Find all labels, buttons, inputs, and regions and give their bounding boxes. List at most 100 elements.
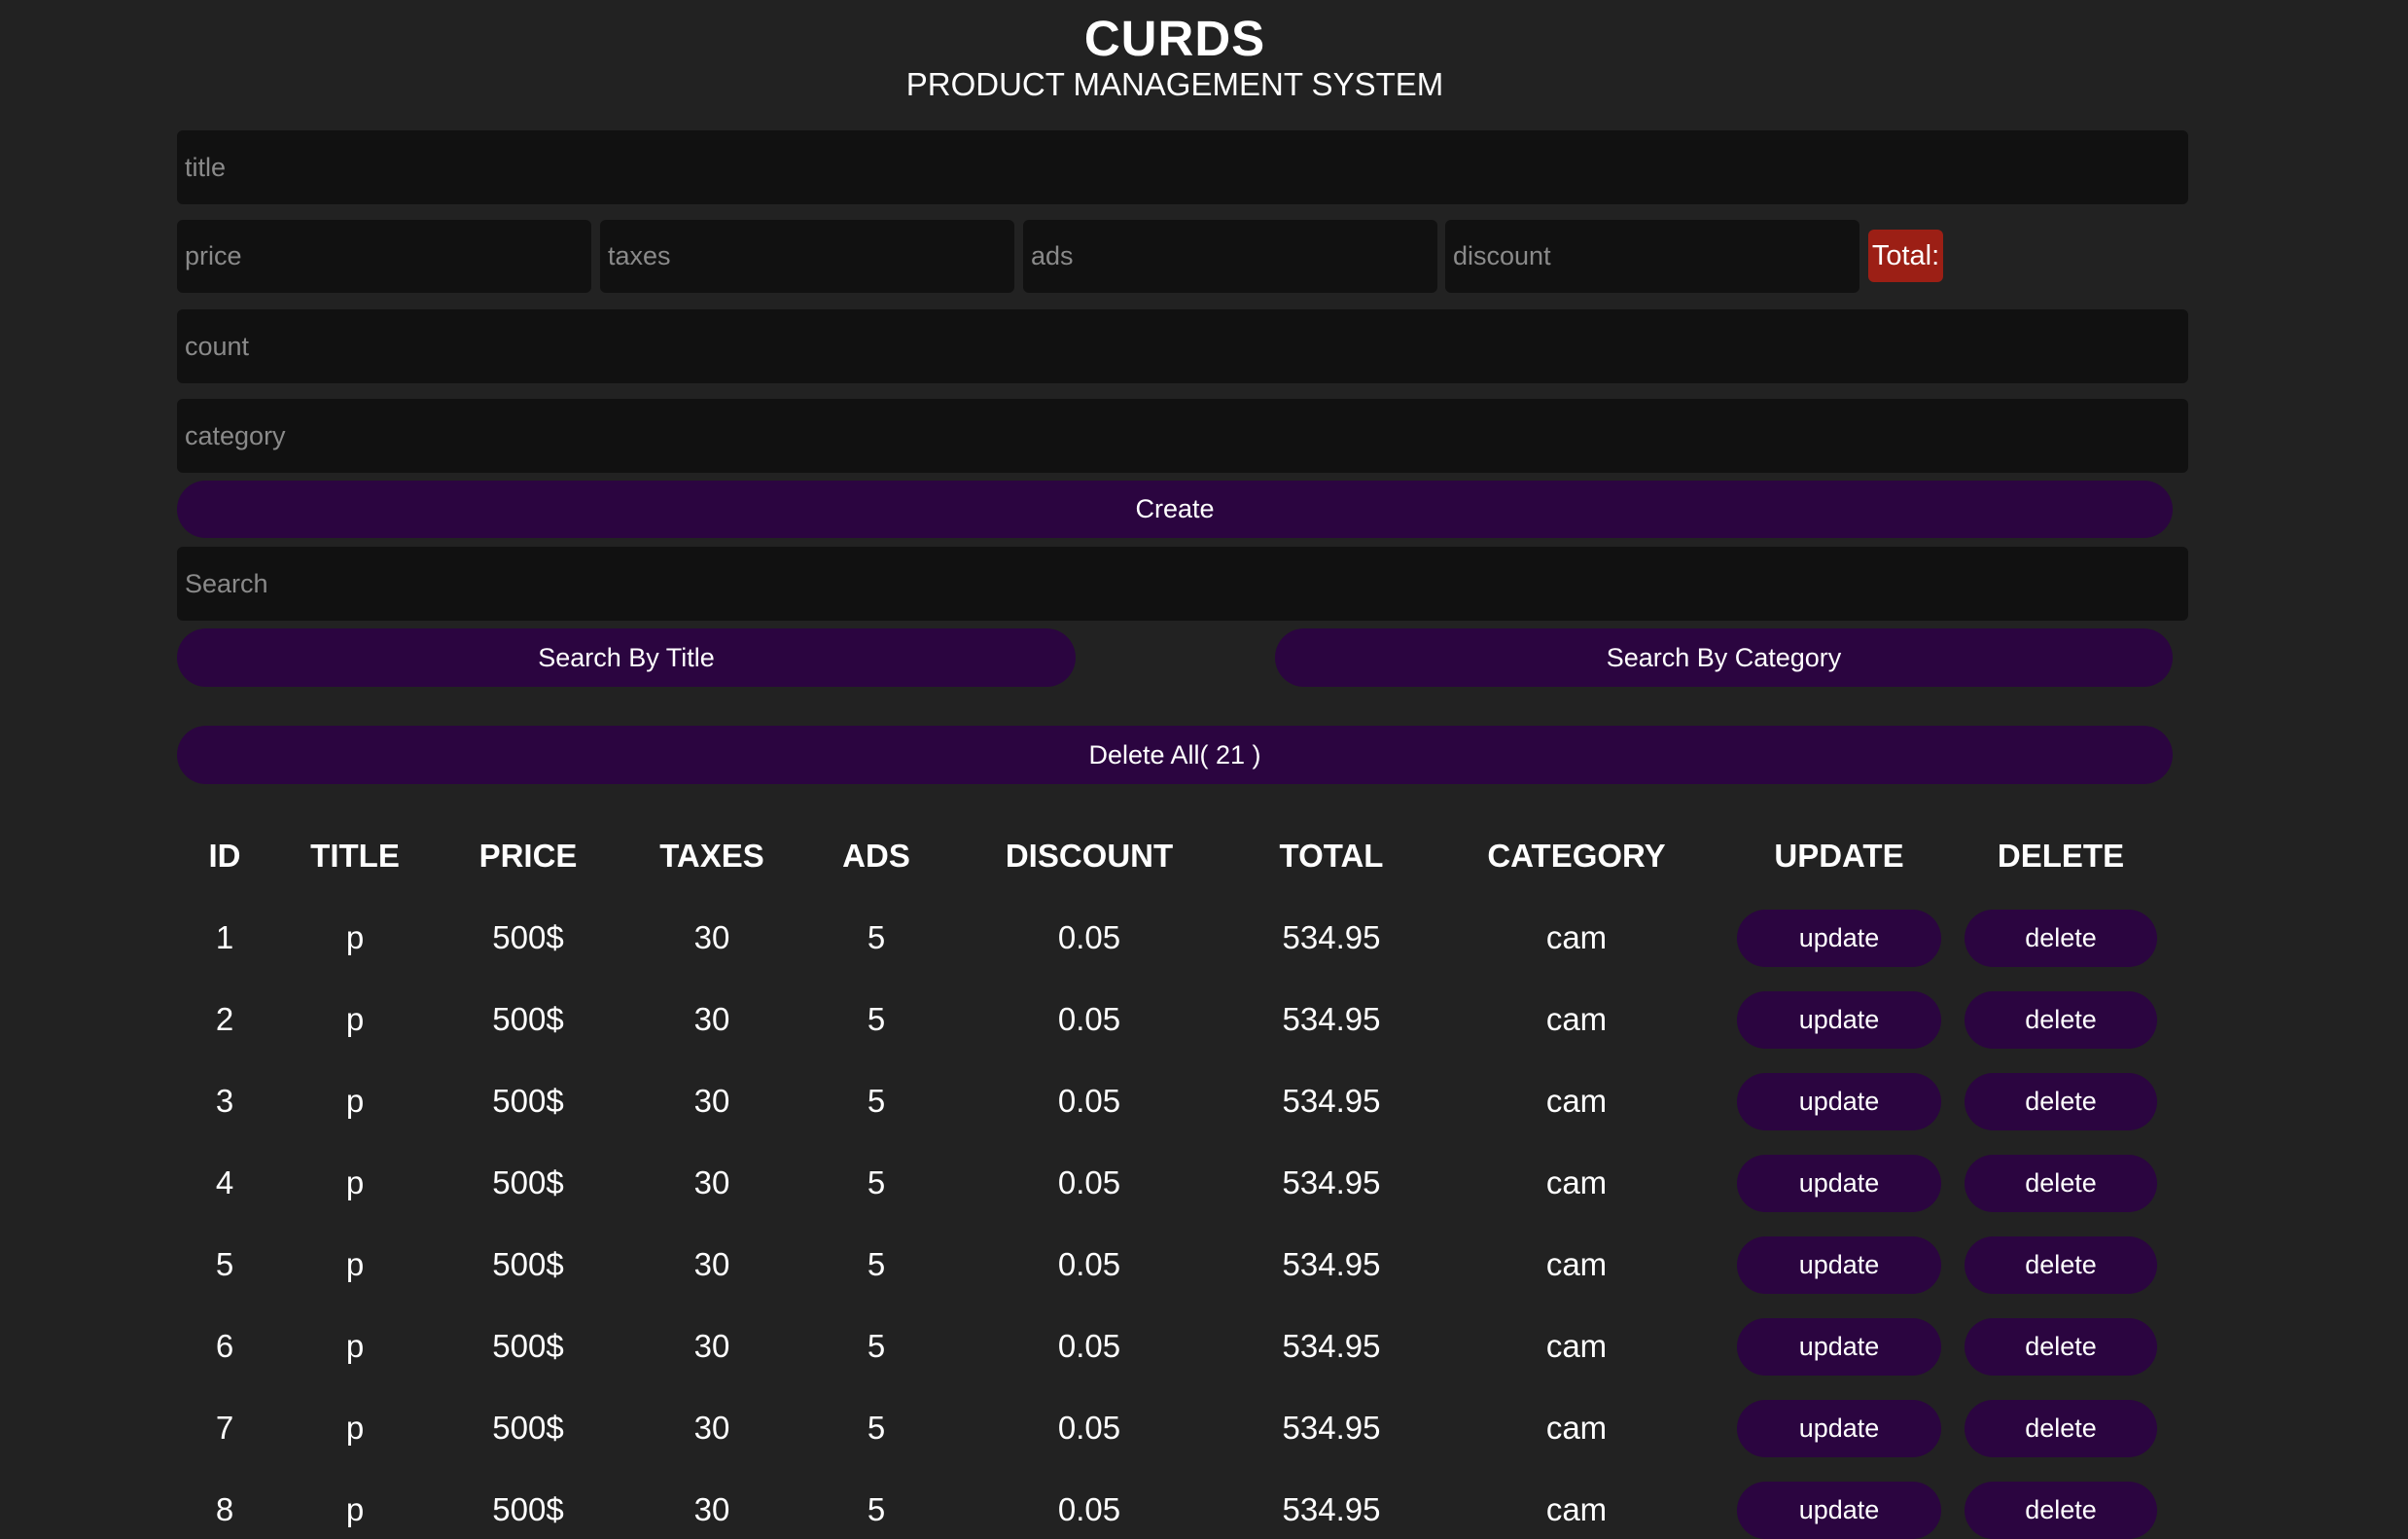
cell-title: p	[345, 1164, 365, 1200]
column-header-category: CATEGORY	[1487, 838, 1666, 874]
cell-ads: 5	[867, 1001, 886, 1037]
cell-category: cam	[1545, 1001, 1608, 1037]
update-button[interactable]: update	[1737, 1317, 1941, 1376]
delete-button[interactable]: delete	[1965, 1317, 2157, 1376]
cell-price: 500$	[492, 1083, 564, 1119]
products-table: ID TITLE PRICE TAXES ADS DISCOUNT TOTAL …	[177, 815, 2165, 1539]
cell-price: 500$	[492, 1328, 564, 1364]
cell-update: update	[1721, 1469, 1957, 1539]
delete-all-button[interactable]: Delete All( 21 )	[177, 726, 2173, 784]
cell-delete: delete	[1957, 1224, 2165, 1306]
cell-taxes: 30	[693, 1491, 730, 1527]
delete-button[interactable]: delete	[1965, 1072, 2157, 1130]
ads-input[interactable]	[1023, 220, 1437, 293]
cell-price: 500$	[492, 1491, 564, 1527]
cell-total: 534.95	[1282, 1083, 1381, 1119]
count-input[interactable]	[177, 309, 2188, 383]
table-row: 8 p 500$ 30 5 0.05 534.95 cam update del…	[177, 1469, 2165, 1539]
delete-button[interactable]: delete	[1965, 990, 2157, 1049]
cell-total: 534.95	[1282, 1001, 1381, 1037]
cell-discount: 0.05	[1057, 1491, 1121, 1527]
column-header-delete: DELETE	[1997, 838, 2125, 874]
cell-id: 3	[215, 1083, 234, 1119]
cell-id: 7	[215, 1410, 234, 1446]
delete-button[interactable]: delete	[1965, 1154, 2157, 1212]
cell-category: cam	[1545, 1328, 1608, 1364]
cell-delete: delete	[1957, 1306, 2165, 1387]
cell-delete: delete	[1957, 897, 2165, 979]
column-header-total: TOTAL	[1279, 838, 1384, 874]
cell-update: update	[1721, 897, 1957, 979]
cell-total: 534.95	[1282, 1410, 1381, 1446]
total-badge: Total:	[1868, 230, 1943, 282]
cell-taxes: 30	[693, 1328, 730, 1364]
cell-price: 500$	[492, 1246, 564, 1282]
cell-category: cam	[1545, 1491, 1608, 1527]
update-button[interactable]: update	[1737, 990, 1941, 1049]
cell-ads: 5	[867, 1083, 886, 1119]
cell-update: update	[1721, 1060, 1957, 1142]
table-header-row: ID TITLE PRICE TAXES ADS DISCOUNT TOTAL …	[177, 815, 2165, 897]
column-header-update: UPDATE	[1774, 838, 1904, 874]
cell-delete: delete	[1957, 1387, 2165, 1469]
update-button[interactable]: update	[1737, 909, 1941, 967]
taxes-input[interactable]	[600, 220, 1014, 293]
price-input[interactable]	[177, 220, 591, 293]
table-row: 7 p 500$ 30 5 0.05 534.95 cam update del…	[177, 1387, 2165, 1469]
app-title: CURDS	[1083, 11, 1266, 66]
cell-update: update	[1721, 1387, 1957, 1469]
category-input[interactable]	[177, 399, 2188, 473]
update-button[interactable]: update	[1737, 1399, 1941, 1457]
cell-taxes: 30	[693, 1001, 730, 1037]
cell-category: cam	[1545, 919, 1608, 955]
cell-title: p	[345, 1491, 365, 1527]
cell-title: p	[345, 1083, 365, 1119]
cell-update: update	[1721, 1224, 1957, 1306]
cell-category: cam	[1545, 1164, 1608, 1200]
delete-button[interactable]: delete	[1965, 1235, 2157, 1294]
cell-ads: 5	[867, 1491, 886, 1527]
table-row: 5 p 500$ 30 5 0.05 534.95 cam update del…	[177, 1224, 2165, 1306]
cell-taxes: 30	[693, 1083, 730, 1119]
cell-discount: 0.05	[1057, 1001, 1121, 1037]
title-input[interactable]	[177, 130, 2188, 204]
discount-input[interactable]	[1445, 220, 1859, 293]
cell-total: 534.95	[1282, 1164, 1381, 1200]
cell-id: 1	[215, 919, 234, 955]
cell-id: 6	[215, 1328, 234, 1364]
search-by-title-button[interactable]: Search By Title	[177, 628, 1076, 687]
cell-ads: 5	[867, 1410, 886, 1446]
update-button[interactable]: update	[1737, 1154, 1941, 1212]
search-input[interactable]	[177, 547, 2188, 621]
cell-delete: delete	[1957, 979, 2165, 1060]
column-header-title: TITLE	[310, 838, 400, 874]
table-row: 2 p 500$ 30 5 0.05 534.95 cam update del…	[177, 979, 2165, 1060]
delete-button[interactable]: delete	[1965, 1481, 2157, 1539]
cell-title: p	[345, 1328, 365, 1364]
table-row: 6 p 500$ 30 5 0.05 534.95 cam update del…	[177, 1306, 2165, 1387]
create-button[interactable]: Create	[177, 481, 2173, 538]
cell-update: update	[1721, 1306, 1957, 1387]
update-button[interactable]: update	[1737, 1072, 1941, 1130]
search-by-category-button[interactable]: Search By Category	[1275, 628, 2173, 687]
column-header-price: PRICE	[478, 838, 578, 874]
delete-button[interactable]: delete	[1965, 909, 2157, 967]
update-button[interactable]: update	[1737, 1235, 1941, 1294]
cell-total: 534.95	[1282, 1246, 1381, 1282]
cell-price: 500$	[492, 1410, 564, 1446]
cell-ads: 5	[867, 1246, 886, 1282]
cell-id: 2	[215, 1001, 234, 1037]
cell-price: 500$	[492, 919, 564, 955]
cell-taxes: 30	[693, 1164, 730, 1200]
delete-button[interactable]: delete	[1965, 1399, 2157, 1457]
cell-id: 5	[215, 1246, 234, 1282]
table-row: 4 p 500$ 30 5 0.05 534.95 cam update del…	[177, 1142, 2165, 1224]
cell-delete: delete	[1957, 1060, 2165, 1142]
update-button[interactable]: update	[1737, 1481, 1941, 1539]
column-header-discount: DISCOUNT	[1005, 838, 1174, 874]
cell-total: 534.95	[1282, 919, 1381, 955]
cell-price: 500$	[492, 1001, 564, 1037]
cell-id: 4	[215, 1164, 234, 1200]
cell-title: p	[345, 1246, 365, 1282]
column-header-ads: ADS	[842, 838, 910, 874]
